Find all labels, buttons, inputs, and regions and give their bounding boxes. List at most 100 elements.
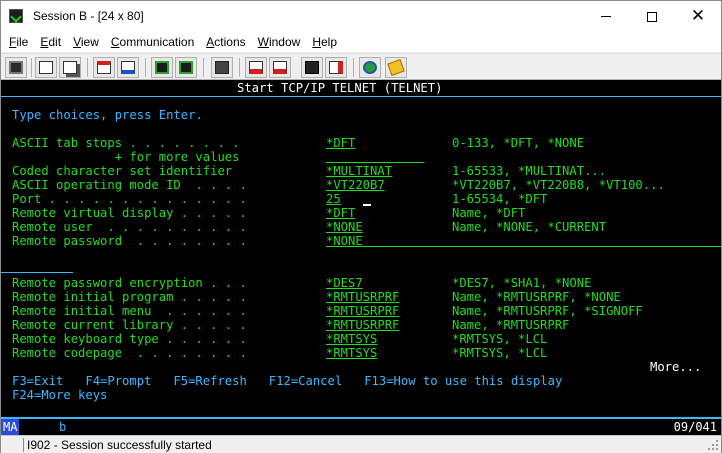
- menu-communication[interactable]: Communication: [105, 32, 200, 52]
- macro-run-button[interactable]: [301, 57, 323, 78]
- globe-icon: [363, 61, 377, 74]
- screen-title: Start TCP/IP TELNET (TELNET): [237, 81, 443, 95]
- macro-play-button[interactable]: [245, 57, 267, 78]
- app-icon[interactable]: [9, 9, 23, 23]
- codepage-field[interactable]: *RMTSYS: [326, 346, 424, 360]
- close-button[interactable]: ✕: [675, 1, 721, 32]
- remote-password-field[interactable]: *NONE: [326, 234, 721, 248]
- receive-file-button[interactable]: [117, 57, 139, 78]
- keyboard-map-button[interactable]: [175, 57, 197, 78]
- field-help: Name, *RMTUSRPRF, *SIGNOFF: [452, 304, 643, 318]
- macro-script-icon: [329, 61, 343, 74]
- print-screen-button[interactable]: [5, 57, 27, 78]
- keyboard-type-field[interactable]: *RMTSYS: [326, 332, 424, 346]
- menu-actions[interactable]: Actions: [200, 32, 251, 52]
- print-screen-icon: [9, 61, 23, 74]
- maximize-icon: [647, 11, 657, 22]
- minimize-button[interactable]: [583, 1, 629, 32]
- copy-button[interactable]: [35, 57, 57, 78]
- edit-notes-icon: [387, 58, 405, 77]
- globe-button[interactable]: [359, 57, 381, 78]
- cursor-position: 09/041: [673, 420, 717, 434]
- maximize-button[interactable]: [629, 1, 675, 32]
- field-help: *RMTSYS, *LCL: [452, 332, 548, 346]
- macro-record-button[interactable]: [211, 57, 233, 78]
- toolbar-separator: [31, 58, 32, 77]
- field-help: Name, *RMTUSRPRF: [452, 318, 570, 332]
- oia-session-indicator: b: [59, 420, 67, 434]
- remote-virtual-display-field[interactable]: *DFT: [326, 206, 416, 220]
- field-label: ASCII operating mode ID . . . .: [12, 178, 247, 192]
- toolbar-separator: [87, 58, 88, 77]
- paste-button[interactable]: [59, 57, 81, 78]
- field-help: 0-133, *DFT, *NONE: [452, 136, 585, 150]
- field-help: 1-65533, *MULTINAT...: [452, 164, 607, 178]
- menu-edit[interactable]: Edit: [34, 32, 67, 52]
- field-label: Port . . . . . . . . . . . . . .: [12, 192, 247, 206]
- initial-menu-field[interactable]: *RMTUSRPRF: [326, 304, 424, 318]
- ascii-mode-field[interactable]: *VT220B7: [326, 178, 424, 192]
- field-label: Coded character set identifier: [12, 164, 233, 178]
- ccsid-field[interactable]: *MULTINAT: [326, 164, 424, 178]
- title-bar[interactable]: Session B - [24 x 80] ✕: [1, 1, 721, 32]
- send-file-button[interactable]: [93, 57, 115, 78]
- status-bar: I902 - Session successfully started: [1, 435, 721, 453]
- paste-icon: [63, 61, 77, 74]
- initial-program-field[interactable]: *RMTUSRPRF: [326, 290, 424, 304]
- status-divider: [23, 438, 24, 452]
- macro-play-icon: [249, 61, 263, 74]
- macro-stop-icon: [273, 61, 287, 74]
- display-setup-icon: [155, 61, 169, 74]
- menu-window[interactable]: Window: [252, 32, 307, 52]
- emulator-window: Session B - [24 x 80] ✕ File Edit View C…: [0, 0, 722, 453]
- password-encryption-field[interactable]: *DES7: [326, 276, 424, 290]
- toolbar: [1, 53, 721, 80]
- field-help: Name, *DFT: [452, 206, 526, 220]
- macro-stop-button[interactable]: [269, 57, 291, 78]
- keyboard-map-icon: [179, 61, 193, 74]
- field-label: Remote keyboard type . . . . . .: [12, 332, 247, 346]
- field-label: ASCII tab stops . . . . . . . .: [12, 136, 240, 150]
- field-label: Remote initial menu . . . . . .: [12, 304, 247, 318]
- macro-run-icon: [305, 61, 319, 74]
- divider: [1, 96, 721, 97]
- current-library-field[interactable]: *RMTUSRPRF: [326, 318, 424, 332]
- ascii-tab-stops-field[interactable]: *DFT: [326, 136, 424, 150]
- field-label: + for more values: [12, 150, 240, 164]
- macro-script-button[interactable]: [325, 57, 347, 78]
- menu-view[interactable]: View: [67, 32, 105, 52]
- function-keys-line-1[interactable]: F3=Exit F4=Prompt F5=Refresh F12=Cancel …: [12, 374, 562, 388]
- more-indicator: More...: [650, 360, 702, 374]
- macro-record-icon: [215, 61, 229, 74]
- menu-help[interactable]: Help: [306, 32, 343, 52]
- menu-bar: File Edit View Communication Actions Win…: [1, 32, 721, 52]
- status-message: I902 - Session successfully started: [27, 438, 212, 452]
- menu-file[interactable]: File: [3, 32, 34, 52]
- field-label: Remote password encryption . . .: [12, 276, 247, 290]
- display-setup-button[interactable]: [151, 57, 173, 78]
- function-keys-line-2[interactable]: F24=More keys: [12, 388, 107, 402]
- receive-file-icon: [121, 61, 135, 74]
- toolbar-separator: [353, 58, 354, 77]
- window-title: Session B - [24 x 80]: [33, 9, 144, 23]
- terminal-screen[interactable]: Start TCP/IP TELNET (TELNET) Type choice…: [1, 80, 721, 417]
- ascii-tab-stops-more-field[interactable]: [326, 150, 424, 163]
- field-label: Remote user . . . . . . . . . .: [12, 220, 247, 234]
- edit-notes-button[interactable]: [385, 57, 407, 78]
- field-label: Remote password . . . . . . . .: [12, 234, 247, 248]
- field-help: 1-65534, *DFT: [452, 192, 548, 206]
- instruction-text: Type choices, press Enter.: [12, 108, 203, 122]
- resize-grip-icon[interactable]: [707, 439, 719, 451]
- operator-info-area: MA b 09/041: [1, 417, 721, 435]
- field-help: *RMTSYS, *LCL: [452, 346, 548, 360]
- send-file-icon: [97, 61, 111, 74]
- close-icon: ✕: [690, 6, 706, 26]
- toolbar-separator: [203, 58, 204, 77]
- toolbar-separator: [145, 58, 146, 77]
- field-label: Remote initial program . . . . .: [12, 290, 247, 304]
- toolbar-separator: [239, 58, 240, 77]
- field-label: Remote codepage . . . . . . . .: [12, 346, 247, 360]
- field-help: *VT220B7, *VT220B8, *VT100...: [452, 178, 665, 192]
- port-field[interactable]: 25: [326, 192, 424, 206]
- remote-user-field[interactable]: *NONE: [326, 220, 416, 234]
